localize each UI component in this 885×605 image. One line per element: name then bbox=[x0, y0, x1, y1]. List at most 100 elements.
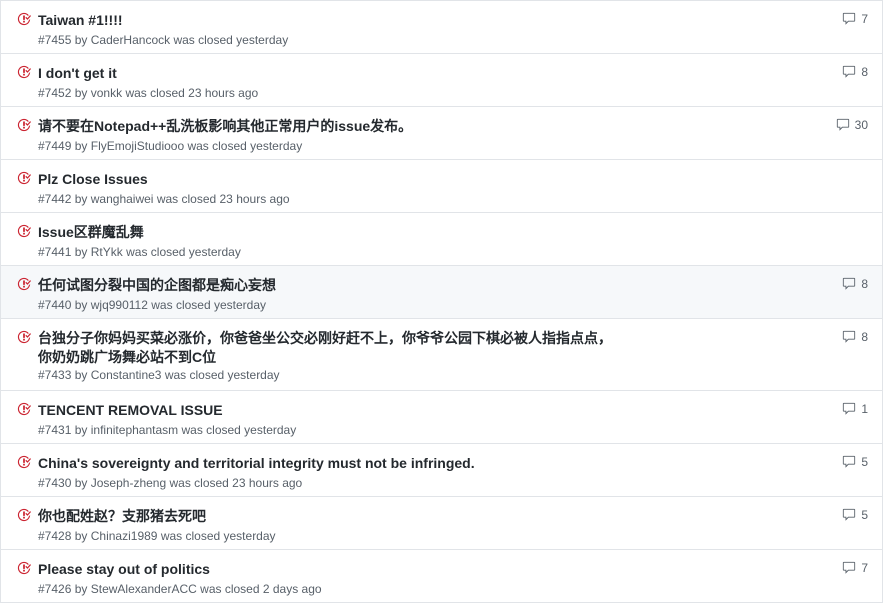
issue-by-text: by bbox=[74, 139, 88, 153]
issue-meta: #7440 by wjq990112 was closed yesterday bbox=[38, 297, 266, 313]
comments-link[interactable]: 8 bbox=[842, 276, 868, 292]
issue-meta: #7431 by infinitephantasm was closed yes… bbox=[38, 422, 296, 438]
issue-closed-icon bbox=[17, 224, 31, 238]
issue-author-link[interactable]: Constantine3 bbox=[91, 368, 162, 382]
comments-link[interactable]: 5 bbox=[842, 507, 868, 523]
issue-meta: #7441 by RtYkk was closed yesterday bbox=[38, 244, 241, 260]
issue-number: #7441 bbox=[38, 245, 72, 259]
issue-row[interactable]: I don't get it #7452 by vonkk was closed … bbox=[1, 54, 882, 107]
issue-row[interactable]: TENCENT REMOVAL ISSUE #7431 by infiniteph… bbox=[1, 391, 882, 444]
issue-title-link[interactable]: 任何试图分裂中国的企图都是痴心妄想 bbox=[38, 276, 618, 295]
comment-count: 5 bbox=[861, 455, 868, 469]
issue-number: #7433 bbox=[38, 368, 72, 382]
issue-closed-icon bbox=[17, 402, 31, 416]
issue-meta: #7452 by vonkk was closed 23 hours ago bbox=[38, 85, 258, 101]
issue-author-link[interactable]: CaderHancock bbox=[91, 33, 170, 47]
issue-row[interactable]: Issue区群魔乱舞 #7441 by RtYkk was closed yest… bbox=[1, 213, 882, 266]
comment-icon bbox=[836, 118, 850, 132]
issue-closed-icon bbox=[17, 455, 31, 469]
issue-closed-icon bbox=[17, 171, 31, 185]
issue-row[interactable]: 任何试图分裂中国的企图都是痴心妄想 #7440 by wjq990112 was … bbox=[1, 266, 882, 319]
issue-author-link[interactable]: infinitephantasm bbox=[91, 423, 178, 437]
issue-status-text: was closed 23 hours ago bbox=[125, 86, 259, 100]
issue-number: #7449 bbox=[38, 139, 72, 153]
issue-by-text: by bbox=[74, 529, 88, 543]
issue-by-text: by bbox=[74, 423, 88, 437]
issue-status-text: was closed yesterday bbox=[187, 139, 303, 153]
issue-status-text: was closed yesterday bbox=[151, 298, 266, 312]
issue-status-text: was closed 23 hours ago bbox=[169, 476, 303, 490]
issue-title-link[interactable]: TENCENT REMOVAL ISSUE bbox=[38, 401, 618, 420]
issue-number: #7452 bbox=[38, 86, 72, 100]
issue-title-link[interactable]: Issue区群魔乱舞 bbox=[38, 223, 618, 242]
comment-icon bbox=[842, 277, 856, 291]
issue-closed-icon bbox=[17, 277, 31, 291]
issue-meta: #7430 by Joseph-zheng was closed 23 hour… bbox=[38, 475, 302, 491]
issue-author-link[interactable]: Chinazi1989 bbox=[91, 529, 158, 543]
issue-author-link[interactable]: wjq990112 bbox=[91, 298, 148, 312]
issue-author-link[interactable]: StewAlexanderACC bbox=[91, 582, 197, 596]
issue-row[interactable]: 你也配姓赵？支那猪去死吧 #7428 by Chinazi1989 was clo… bbox=[1, 497, 882, 550]
issue-title-link[interactable]: Plz Close Issues bbox=[38, 170, 618, 189]
issue-closed-icon bbox=[17, 12, 31, 26]
issue-status-text: was closed yesterday bbox=[160, 529, 276, 543]
comments-link[interactable]: 5 bbox=[842, 454, 868, 470]
issue-row[interactable]: Taiwan #1!!!! #7455 by CaderHancock was c… bbox=[1, 1, 882, 54]
issue-by-text: by bbox=[74, 33, 88, 47]
issue-meta: #7426 by StewAlexanderACC was closed 2 d… bbox=[38, 581, 322, 597]
issue-by-text: by bbox=[74, 86, 88, 100]
comment-icon bbox=[842, 12, 856, 26]
comment-icon bbox=[842, 561, 856, 575]
issue-title-link[interactable]: 台独分子你妈妈买菜必涨价，你爸爸坐公交必刚好赶不上，你爷爷公园下棋必被人指指点点… bbox=[38, 329, 618, 367]
issue-title-link[interactable]: 请不要在Notepad++乱洗板影响其他正常用户的issue发布。 bbox=[38, 117, 618, 136]
comment-icon bbox=[842, 330, 856, 344]
comments-link[interactable]: 7 bbox=[842, 560, 868, 576]
issue-by-text: by bbox=[74, 298, 88, 312]
comment-count: 7 bbox=[861, 12, 868, 26]
issue-by-text: by bbox=[74, 476, 88, 490]
issue-number: #7428 bbox=[38, 529, 72, 543]
comments-link[interactable]: 1 bbox=[842, 401, 868, 417]
issue-closed-icon bbox=[17, 561, 31, 575]
comment-count: 5 bbox=[861, 508, 868, 522]
issue-by-text: by bbox=[74, 582, 88, 596]
issue-status-text: was closed 2 days ago bbox=[200, 582, 322, 596]
comment-count: 7 bbox=[861, 561, 868, 575]
issue-closed-icon bbox=[17, 508, 31, 522]
issue-author-link[interactable]: FlyEmojiStudiooo bbox=[91, 139, 184, 153]
issue-status-text: was closed yesterday bbox=[126, 245, 241, 259]
issue-meta: #7455 by CaderHancock was closed yesterd… bbox=[38, 32, 288, 48]
issue-row[interactable]: Please stay out of politics #7426 by Stew… bbox=[1, 550, 882, 603]
comments-link[interactable]: 8 bbox=[842, 329, 868, 345]
comment-count: 8 bbox=[861, 330, 868, 344]
issue-by-text: by bbox=[74, 245, 88, 259]
comments-link[interactable]: 30 bbox=[836, 117, 868, 133]
issue-status-text: was closed yesterday bbox=[164, 368, 280, 382]
issue-title-link[interactable]: I don't get it bbox=[38, 64, 618, 83]
issue-row[interactable]: China's sovereignty and territorial inte… bbox=[1, 444, 882, 497]
issue-number: #7455 bbox=[38, 33, 72, 47]
issue-author-link[interactable]: Joseph-zheng bbox=[91, 476, 166, 490]
comments-link[interactable]: 7 bbox=[842, 11, 868, 27]
issue-title-link[interactable]: 你也配姓赵？支那猪去死吧 bbox=[38, 507, 618, 526]
issue-title-link[interactable]: China's sovereignty and territorial inte… bbox=[38, 454, 618, 473]
issue-author-link[interactable]: vonkk bbox=[91, 86, 122, 100]
issue-number: #7440 bbox=[38, 298, 72, 312]
issue-row[interactable]: 台独分子你妈妈买菜必涨价，你爸爸坐公交必刚好赶不上，你爷爷公园下棋必被人指指点点… bbox=[1, 319, 882, 391]
issue-author-link[interactable]: RtYkk bbox=[91, 245, 123, 259]
issue-by-text: by bbox=[74, 368, 88, 382]
comments-link[interactable]: 8 bbox=[842, 64, 868, 80]
issue-row[interactable]: Plz Close Issues #7442 by wanghaiwei was … bbox=[1, 160, 882, 213]
comment-icon bbox=[842, 402, 856, 416]
issue-status-text: was closed 23 hours ago bbox=[156, 192, 290, 206]
issue-row[interactable]: 请不要在Notepad++乱洗板影响其他正常用户的issue发布。 #7449 b… bbox=[1, 107, 882, 160]
issue-closed-icon bbox=[17, 118, 31, 132]
issue-author-link[interactable]: wanghaiwei bbox=[91, 192, 154, 206]
issue-title-link[interactable]: Taiwan #1!!!! bbox=[38, 11, 618, 30]
issue-by-text: by bbox=[74, 192, 88, 206]
issue-number: #7431 bbox=[38, 423, 72, 437]
issue-closed-icon bbox=[17, 330, 31, 344]
issue-title-link[interactable]: Please stay out of politics bbox=[38, 560, 618, 579]
comment-count: 8 bbox=[861, 65, 868, 79]
issue-status-text: was closed yesterday bbox=[181, 423, 297, 437]
